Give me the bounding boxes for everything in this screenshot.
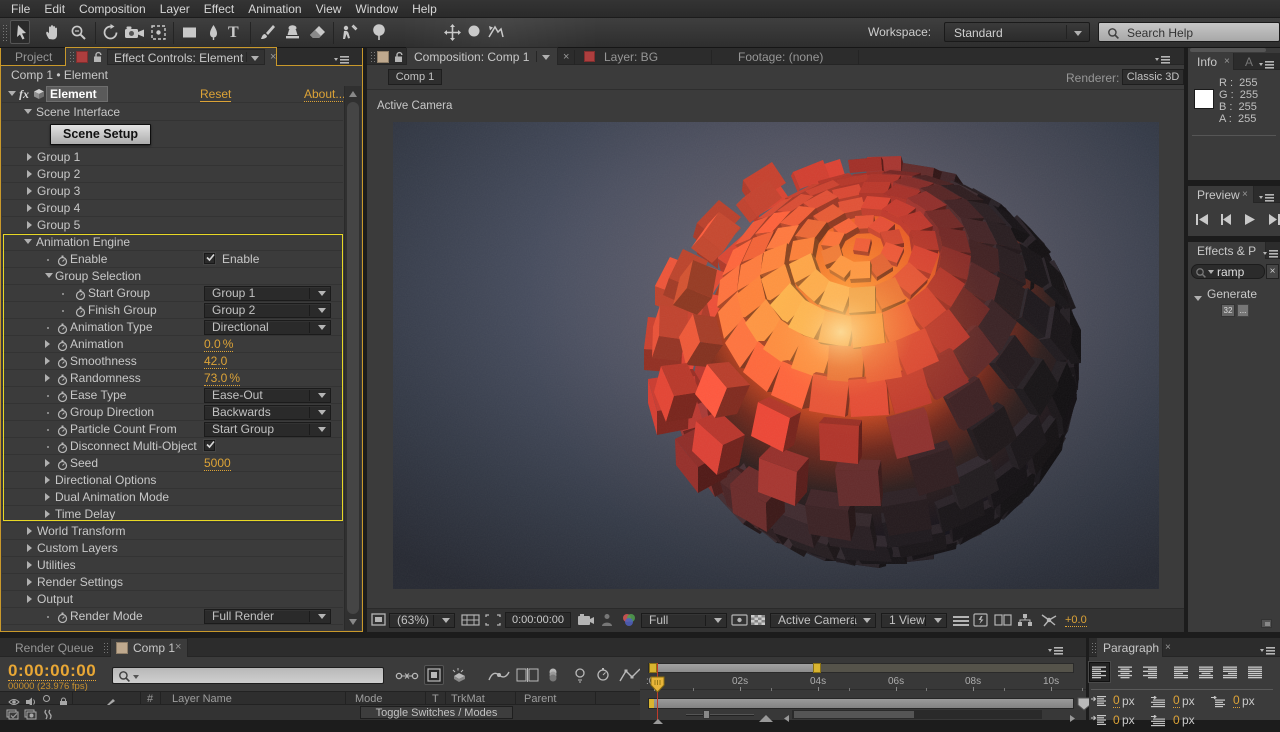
svg-text:fx: fx xyxy=(19,88,29,100)
